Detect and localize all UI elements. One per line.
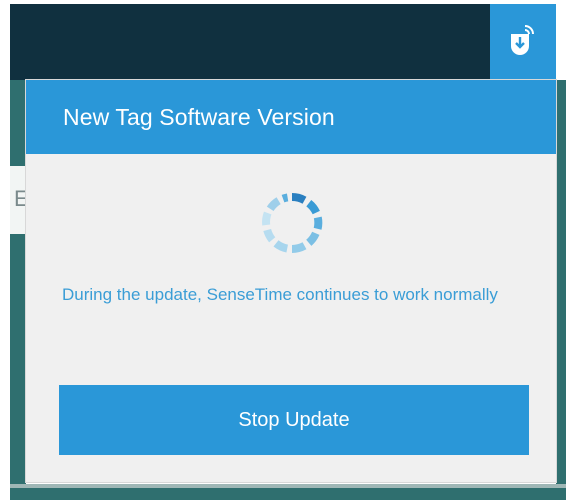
app-left-background <box>10 80 26 488</box>
app-bottom-background <box>10 488 566 500</box>
update-dialog: New Tag Software Version During the upda… <box>26 80 556 482</box>
update-message: During the update, SenseTime continues t… <box>62 285 498 304</box>
dialog-body: During the update, SenseTime continues t… <box>26 154 556 482</box>
dialog-header: New Tag Software Version <box>26 80 556 154</box>
dialog-title: New Tag Software Version <box>63 103 335 130</box>
stop-update-button[interactable]: Stop Update <box>59 385 529 455</box>
tag-update-button[interactable] <box>490 4 556 80</box>
loading-spinner-icon <box>262 193 323 253</box>
download-icon <box>511 25 534 55</box>
app-right-background <box>556 80 566 488</box>
app-header-background <box>10 4 490 80</box>
